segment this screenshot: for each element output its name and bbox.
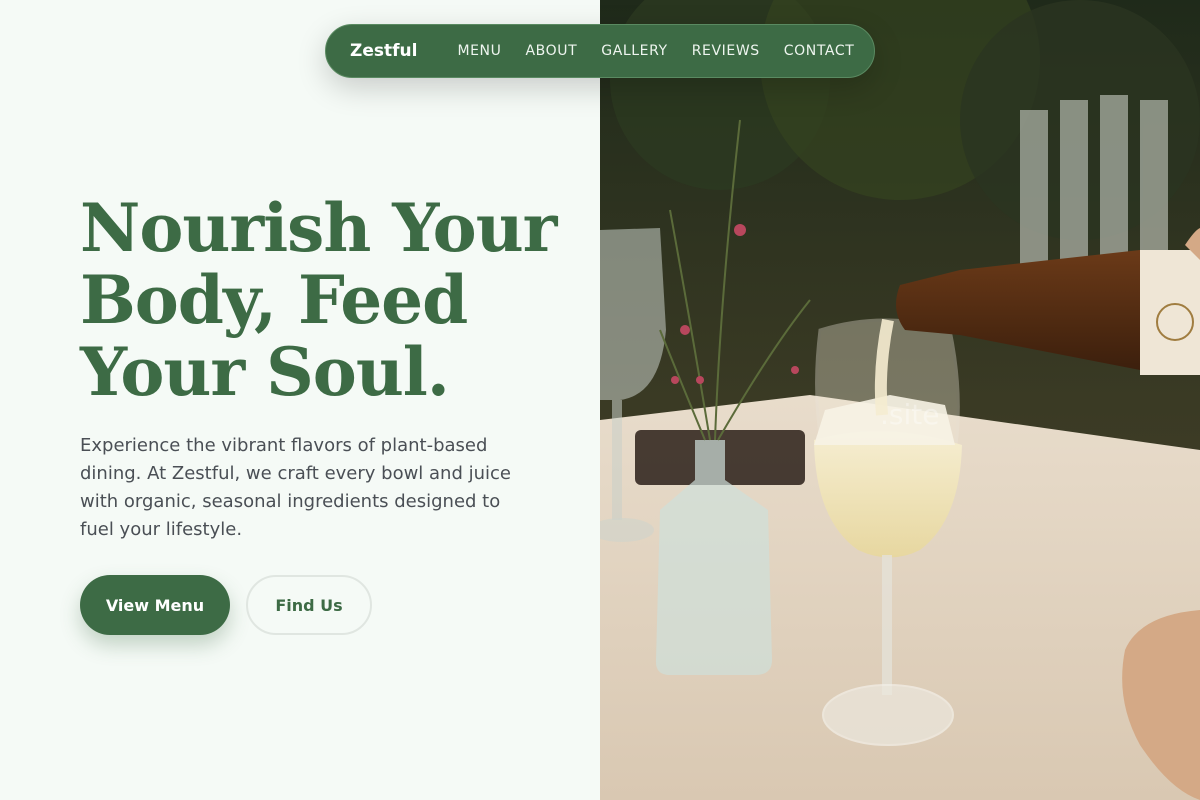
nav-link-menu[interactable]: MENU	[457, 43, 501, 59]
hero-subtext: Experience the vibrant flavors of plant-…	[80, 435, 511, 540]
nav-link-reviews[interactable]: REVIEWS	[692, 43, 760, 59]
find-us-button[interactable]: Find Us	[246, 575, 372, 635]
brand-logo[interactable]: Zestful	[350, 41, 417, 61]
nav-link-about[interactable]: ABOUT	[525, 43, 577, 59]
top-navbar: Zestful MENU ABOUT GALLERY REVIEWS CONTA…	[325, 24, 875, 78]
view-menu-button[interactable]: View Menu	[80, 575, 230, 635]
nav-link-contact[interactable]: CONTACT	[784, 43, 855, 59]
headline-line-1: Nourish Your	[80, 189, 557, 267]
image-watermark: .site	[880, 398, 940, 431]
nav-link-gallery[interactable]: GALLERY	[601, 43, 667, 59]
headline-line-3: Your Soul.	[80, 333, 450, 411]
hero-headline: Nourish Your Body, Feed Your Soul.	[80, 192, 580, 408]
headline-line-2: Body, Feed	[80, 261, 468, 339]
